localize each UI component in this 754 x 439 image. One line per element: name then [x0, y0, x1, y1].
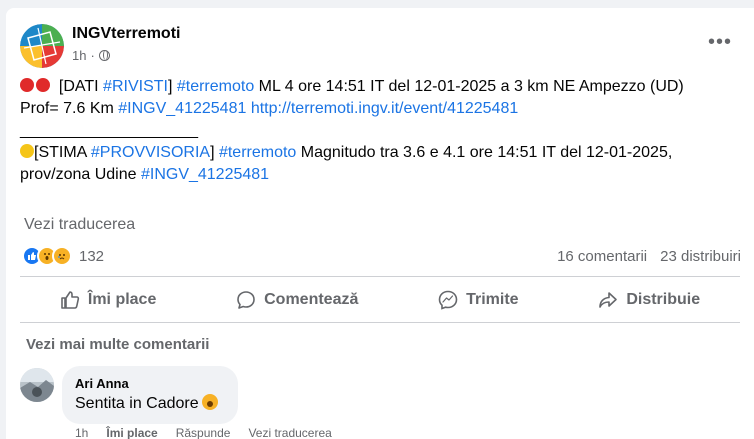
post-counts: 16 comentarii 23 distribuiri [557, 248, 741, 265]
hashtag-link[interactable]: #terremoto [219, 144, 296, 161]
share-arrow-icon [599, 292, 618, 308]
hashtag-link[interactable]: #RIVISTI [103, 78, 168, 95]
share-count-link[interactable]: 23 distribuiri [660, 248, 741, 265]
post-line-1: [DATI #RIVISTI] #terremoto ML 4 ore 14:5… [20, 76, 740, 98]
messenger-icon [438, 290, 458, 310]
send-button[interactable]: Trimite [438, 290, 519, 310]
sad-reaction-icon [52, 246, 72, 266]
comment-count-link[interactable]: 16 comentarii [557, 248, 647, 265]
more-options-icon[interactable]: ••• [708, 32, 732, 52]
event-link[interactable]: http://terremoti.ingv.it/event/41225481 [251, 100, 518, 117]
action-bar: Îmi place Comentează Trimite Distribuie [20, 282, 740, 318]
globe-icon [98, 50, 110, 61]
divider [20, 276, 740, 277]
comment-reply-link[interactable]: Răspunde [176, 426, 231, 439]
comment-like-link[interactable]: Îmi place [106, 426, 157, 439]
comment-text: Sentita in Cadore [75, 394, 218, 413]
thumbs-up-icon [61, 291, 80, 309]
post-time[interactable]: 1h [72, 48, 86, 63]
comment-meta: 1h Îmi place Răspunde Vezi traducerea [75, 426, 332, 439]
post-line-2: Prof= 7.6 Km #INGV_41225481 http://terre… [20, 100, 519, 117]
reaction-count: 132 [79, 247, 105, 265]
comment-translate-link[interactable]: Vezi traducerea [248, 426, 331, 439]
share-button[interactable]: Distribuie [598, 290, 700, 310]
reactions-summary[interactable]: 132 [22, 246, 104, 266]
separator-line: ____________________ [20, 122, 198, 139]
red-circle-icon [20, 78, 34, 92]
yellow-circle-icon [20, 144, 34, 158]
hashtag-link[interactable]: #terremoto [177, 78, 254, 95]
post-line-3: [STIMA #PROVVISORIA] #terremoto Magnitud… [20, 142, 740, 164]
comment-bubble: Ari Anna Sentita in Cadore [62, 366, 238, 424]
comment-author[interactable]: Ari Anna [75, 376, 129, 391]
comment-time[interactable]: 1h [75, 426, 88, 439]
like-button[interactable]: Îmi place [60, 290, 156, 310]
hashtag-link[interactable]: #INGV_41225481 [118, 100, 246, 117]
comment-icon [237, 291, 255, 309]
page-avatar[interactable] [20, 24, 64, 68]
post-text: [DATI #RIVISTI] #terremoto ML 4 ore 14:5… [20, 76, 740, 186]
post-line-4: prov/zona Udine #INGV_41225481 [20, 166, 270, 183]
see-translation-link[interactable]: Vezi traducerea [24, 216, 135, 234]
post-meta: 1h · [72, 48, 110, 63]
post-card: INGVterremoti 1h · ••• [DATI #RIVISTI] #… [6, 8, 754, 439]
shocked-face-icon [201, 394, 218, 410]
commenter-avatar[interactable] [20, 368, 54, 402]
more-comments-link[interactable]: Vezi mai multe comentarii [26, 336, 209, 353]
hashtag-link[interactable]: #PROVVISORIA [91, 144, 210, 161]
comment-button[interactable]: Comentează [236, 290, 358, 310]
hashtag-link[interactable]: #INGV_41225481 [141, 166, 269, 183]
red-circle-icon [36, 78, 50, 92]
post-author[interactable]: INGVterremoti [72, 25, 180, 43]
divider [20, 322, 740, 323]
